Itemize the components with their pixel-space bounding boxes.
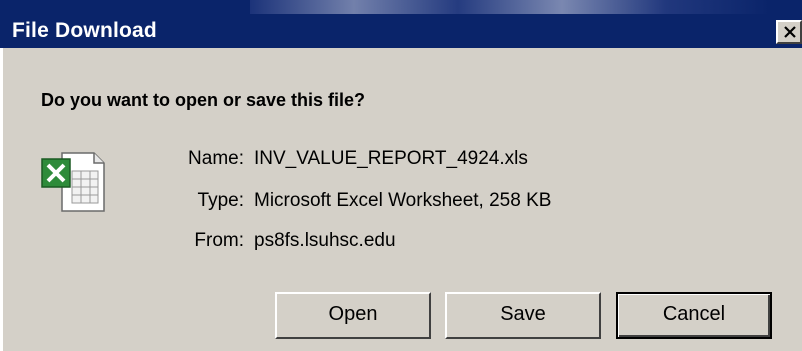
file-name-label: Name:	[188, 148, 244, 169]
file-source-value: ps8fs.lsuhsc.edu	[254, 230, 396, 251]
window-border	[0, 48, 3, 351]
save-button[interactable]: Save	[445, 292, 601, 339]
open-button[interactable]: Open	[275, 292, 431, 339]
file-type-value: Microsoft Excel Worksheet, 258 KB	[254, 190, 552, 211]
file-source-row: From: ps8fs.lsuhsc.edu	[150, 229, 396, 253]
excel-file-icon	[41, 152, 105, 212]
title-bar[interactable]: File Download	[0, 0, 802, 48]
file-name-row: Name: INV_VALUE_REPORT_4924.xls	[150, 147, 528, 171]
close-button[interactable]	[776, 20, 802, 44]
cancel-button[interactable]: Cancel	[616, 292, 772, 339]
file-name-value: INV_VALUE_REPORT_4924.xls	[254, 148, 528, 169]
file-download-dialog: File Download Do you want to open or sav…	[0, 0, 802, 351]
prompt-text: Do you want to open or save this file?	[41, 90, 366, 110]
file-type-label: Type:	[197, 190, 244, 211]
window-title: File Download	[12, 19, 157, 42]
file-type-row: Type: Microsoft Excel Worksheet, 258 KB	[150, 189, 552, 213]
close-icon	[784, 26, 796, 38]
title-bar-artifact	[250, 0, 770, 14]
file-source-label: From:	[194, 230, 244, 251]
